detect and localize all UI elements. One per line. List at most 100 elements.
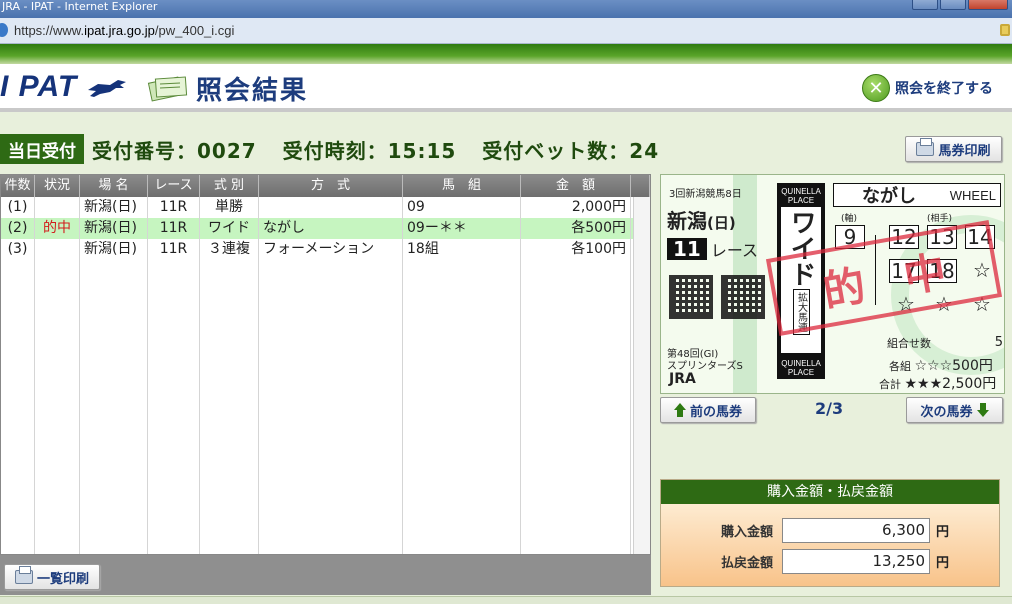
table-row[interactable]: (1) 新潟(日) 11R 単勝 09 2,000円 xyxy=(1,197,650,218)
printer-icon xyxy=(916,138,935,156)
cell-type: ワイド xyxy=(200,218,259,239)
cell-race: 11R xyxy=(148,239,200,260)
logo-text: I PAT xyxy=(0,70,78,103)
band-top-label: QUINELLA PLACE xyxy=(781,187,821,205)
cell-combo: 09 xyxy=(403,197,521,218)
maximize-button[interactable] xyxy=(940,0,966,10)
table-header: 件数 状況 場 名 レース 式 別 方 式 馬 組 金 額 xyxy=(1,175,650,197)
tickets-icon xyxy=(147,76,188,102)
col-header-count[interactable]: 件数 xyxy=(1,175,35,197)
ticket-venue-name: 新潟 xyxy=(667,209,707,233)
combos-value: 5 xyxy=(994,335,1003,350)
cell-venue: 新潟(日) xyxy=(80,218,148,239)
receipt-time: 受付時刻：15:15 xyxy=(282,139,457,163)
ticket-each: 各組 ☆☆☆500円 xyxy=(889,355,993,375)
table-row[interactable]: (3) 新潟(日) 11R ３連複 フォーメーション 18組 各100円 xyxy=(1,239,650,260)
ticket-combos: 組合せ数 5 xyxy=(887,335,1003,351)
col-header-race[interactable]: レース xyxy=(148,175,200,197)
list-print-button[interactable]: 一覧印刷 xyxy=(4,564,100,590)
next-ticket-button[interactable]: 次の馬券 xyxy=(906,397,1003,423)
cell-venue: 新潟(日) xyxy=(80,239,148,260)
cell-type: 単勝 xyxy=(200,197,259,218)
window-title: JRA - IPAT - Internet Explorer xyxy=(2,0,158,13)
ticket-day: (日) xyxy=(707,214,736,232)
cell-amount: 各100円 xyxy=(521,239,631,260)
qr-code-icon xyxy=(669,275,713,319)
col-header-method[interactable]: 方 式 xyxy=(259,175,403,197)
partner-label: (相手) xyxy=(927,214,953,224)
cell-method: フォーメーション xyxy=(259,239,403,260)
lock-icon[interactable] xyxy=(1000,24,1010,36)
address-bar[interactable]: https://www.ipat.jra.go.jp/pw_400_i.cgi xyxy=(0,18,1012,44)
ticket-total: 合計 ★★★2,500円 xyxy=(879,373,996,393)
url-text[interactable]: https://www.ipat.jra.go.jp/pw_400_i.cgi xyxy=(14,23,234,38)
cell-race: 11R xyxy=(148,197,200,218)
page-title: 照会結果 xyxy=(196,76,309,106)
ticket-meeting: 3回新潟競馬8日 xyxy=(669,189,742,200)
ticket-print-button[interactable]: 馬券印刷 xyxy=(905,136,1002,162)
printer-icon xyxy=(14,566,33,584)
cell-type: ３連複 xyxy=(200,239,259,260)
cell-method xyxy=(259,197,403,218)
minimize-button[interactable] xyxy=(912,0,938,10)
col-header-combo[interactable]: 馬 組 xyxy=(403,175,521,197)
payout-unit: 円 xyxy=(936,555,950,571)
cell-count: (2) xyxy=(1,218,35,239)
cell-venue: 新潟(日) xyxy=(80,197,148,218)
total-label: 合計 xyxy=(879,378,901,391)
ticket-method-en: WHEEL xyxy=(949,187,996,203)
col-header-spacer xyxy=(631,175,650,197)
payout-row: 払戻金額 13,250 円 xyxy=(661,548,1001,574)
bottom-strip xyxy=(0,596,1012,604)
cell-count: (1) xyxy=(1,197,35,218)
url-host: ipat.jra.go.jp xyxy=(84,23,155,38)
table-row-hit[interactable]: (2) 的中 新潟(日) 11R ワイド ながし 09ー＊＊ 各500円 xyxy=(1,218,650,239)
band-bottom-label: QUINELLA PLACE xyxy=(781,359,821,377)
purchase-label: 購入金額 xyxy=(720,524,773,540)
payout-amount: 13,250 xyxy=(782,548,930,574)
col-header-type[interactable]: 式 別 xyxy=(200,175,259,197)
close-window-button[interactable] xyxy=(968,0,1008,10)
list-print-label: 一覧印刷 xyxy=(36,571,89,587)
end-inquiry-button[interactable]: ✕ 照会を終了する xyxy=(862,73,993,103)
cell-status xyxy=(35,197,80,218)
cell-count: (3) xyxy=(1,239,35,260)
cell-amount: 2,000円 xyxy=(521,197,631,218)
cell-combo: 09ー＊＊ xyxy=(403,218,521,239)
arrow-down-icon xyxy=(976,403,989,417)
col-header-amount[interactable]: 金 額 xyxy=(521,175,631,197)
cell-combo: 18組 xyxy=(403,239,521,260)
green-stripe xyxy=(0,44,1012,64)
next-ticket-label: 次の馬券 xyxy=(920,404,973,420)
ticket-race-number: 11 xyxy=(667,238,707,260)
ipat-logo: I PAT xyxy=(0,70,77,104)
hit-status: 的中 xyxy=(43,220,71,236)
ticket-jra: JRA xyxy=(669,371,696,387)
bet-table: 件数 状況 場 名 レース 式 別 方 式 馬 組 金 額 (1) 新潟(日) … xyxy=(0,174,651,555)
prev-ticket-button[interactable]: 前の馬券 xyxy=(660,397,756,423)
purchase-row: 購入金額 6,300 円 xyxy=(661,517,1001,543)
receipt-number: 受付番号：0027 xyxy=(92,139,257,163)
same-day-tag: 当日受付 xyxy=(0,134,84,164)
ticket-race-label: レース xyxy=(710,241,759,260)
axis-label: (軸) xyxy=(841,214,858,224)
ticket-method: ながし WHEEL xyxy=(833,183,1001,207)
end-inquiry-label: 照会を終了する xyxy=(895,81,993,97)
cell-race: 11R xyxy=(148,218,200,239)
prev-ticket-label: 前の馬券 xyxy=(689,404,742,420)
col-header-status[interactable]: 状況 xyxy=(35,175,80,197)
receipt-info: 受付番号：0027 受付時刻：15:15 受付ベット数：24 xyxy=(92,135,677,164)
cell-status: 的中 xyxy=(35,218,80,239)
combos-label: 組合せ数 xyxy=(887,337,931,350)
ie-icon xyxy=(0,23,8,37)
receipt-bet-count: 受付ベット数：24 xyxy=(482,139,660,163)
window-title-bar: JRA - IPAT - Internet Explorer xyxy=(0,0,1012,18)
ticket-event-line2: スプリンターズS xyxy=(667,361,743,372)
url-prefix: https://www. xyxy=(14,23,85,38)
purchase-unit: 円 xyxy=(936,524,950,540)
table-scrollbar[interactable] xyxy=(633,197,650,554)
col-header-venue[interactable]: 場 名 xyxy=(80,175,148,197)
ticket-venue: 新潟(日) xyxy=(667,205,736,234)
cell-method: ながし xyxy=(259,218,403,239)
amount-summary: 購入金額・払戻金額 購入金額 6,300 円 払戻金額 13,250 円 xyxy=(660,479,1000,587)
